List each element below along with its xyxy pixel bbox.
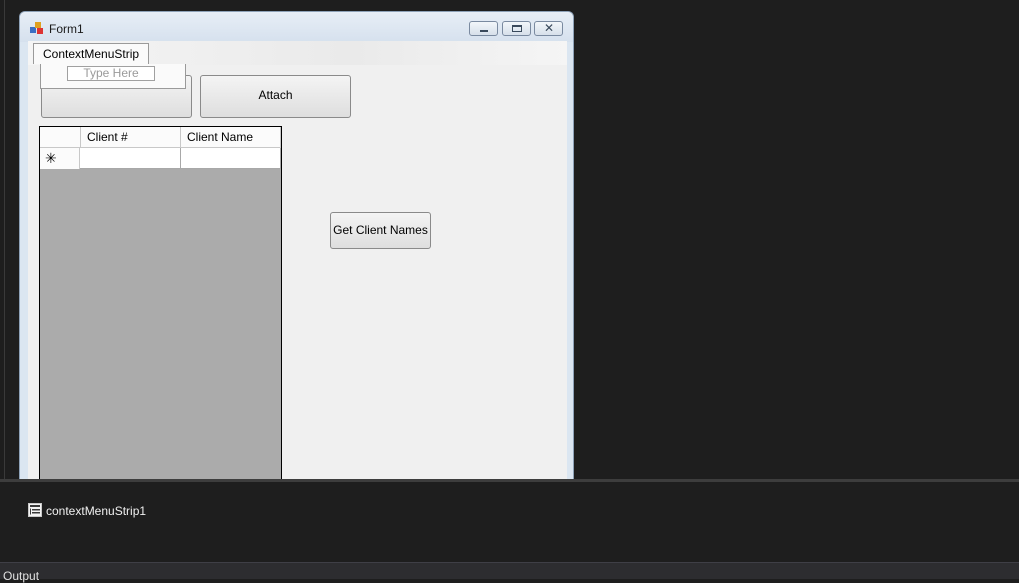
component-tray: contextMenuStrip1 bbox=[0, 482, 1019, 562]
cell-client-name[interactable] bbox=[181, 148, 281, 169]
type-here-input[interactable]: Type Here bbox=[67, 66, 155, 81]
new-row-icon[interactable]: ✳ bbox=[40, 148, 80, 169]
column-header-client-number[interactable]: Client # bbox=[81, 127, 181, 147]
context-menu-strip-icon bbox=[28, 503, 42, 517]
tray-component-label: contextMenuStrip1 bbox=[46, 504, 147, 518]
column-header-client-name[interactable]: Client Name bbox=[181, 127, 281, 147]
grid-corner[interactable] bbox=[40, 127, 81, 147]
grid-header: Client # Client Name bbox=[40, 127, 281, 148]
client-grid[interactable]: Client # Client Name ✳ bbox=[39, 126, 282, 481]
close-button[interactable]: ✕ bbox=[534, 21, 563, 36]
minimize-button[interactable] bbox=[469, 21, 498, 36]
designer-edge bbox=[4, 0, 5, 480]
output-tab[interactable]: Output bbox=[3, 569, 39, 583]
maximize-button[interactable] bbox=[502, 21, 531, 36]
designer-surface: Form1 ✕ Attach ContextMenuStrip Type Her… bbox=[0, 0, 1019, 481]
minimize-icon bbox=[480, 30, 488, 32]
context-menu-strip-tab[interactable]: ContextMenuStrip bbox=[33, 43, 150, 64]
form-app-icon bbox=[30, 22, 43, 34]
context-menu-strip: ContextMenuStrip bbox=[28, 41, 567, 65]
form-window[interactable]: Form1 ✕ Attach ContextMenuStrip Type Her… bbox=[19, 11, 574, 481]
close-icon: ✕ bbox=[544, 21, 555, 35]
get-client-names-button[interactable]: Get Client Names bbox=[330, 212, 431, 249]
menu-dropdown-panel: Type Here bbox=[40, 64, 186, 89]
maximize-icon bbox=[512, 25, 522, 32]
attach-button[interactable]: Attach bbox=[200, 75, 351, 118]
new-row: ✳ bbox=[40, 148, 281, 169]
form-title-bar[interactable]: Form1 ✕ bbox=[20, 12, 573, 42]
cell-client-number[interactable] bbox=[80, 148, 181, 169]
form-client-area: Attach ContextMenuStrip Type Here Client… bbox=[28, 41, 567, 481]
window-title: Form1 bbox=[49, 22, 84, 36]
bottom-tool-window-bar: Output bbox=[0, 562, 1019, 583]
